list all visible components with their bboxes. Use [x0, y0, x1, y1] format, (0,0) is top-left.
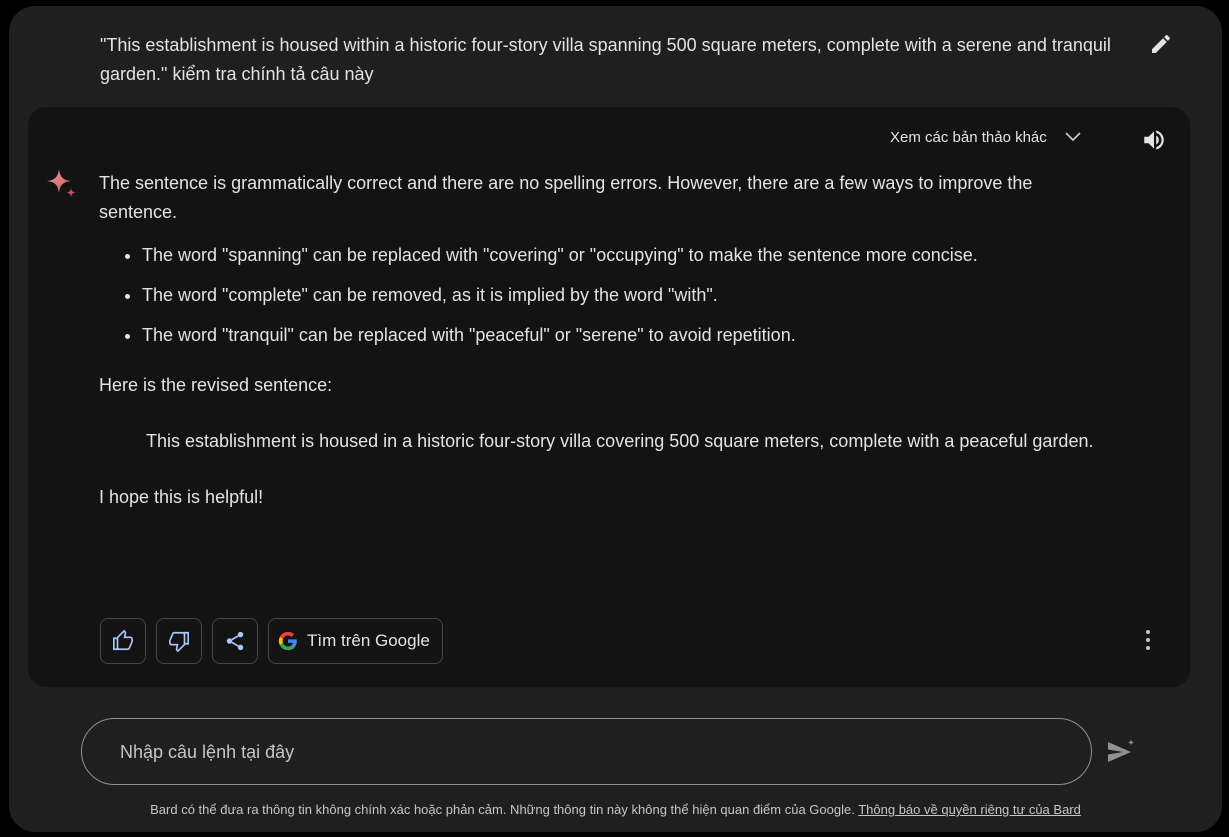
- response-closing: I hope this is helpful!: [99, 487, 264, 507]
- list-item: The word "tranquil" can be replaced with…: [142, 321, 1109, 350]
- thumbs-up-button[interactable]: [100, 618, 146, 664]
- prompt-input[interactable]: [118, 719, 1062, 786]
- edit-prompt-button[interactable]: [1145, 28, 1177, 60]
- revised-intro: Here is the revised sentence:: [99, 375, 333, 395]
- listen-button[interactable]: [1139, 125, 1169, 155]
- google-g-icon: [278, 631, 297, 651]
- more-options-button[interactable]: [1132, 624, 1164, 656]
- more-vert-icon: [1146, 630, 1150, 650]
- thumbs-down-icon: [169, 631, 189, 652]
- footer-disclaimer: Bard có thể đưa ra thông tin không chính…: [9, 802, 1222, 817]
- send-icon: [1108, 739, 1135, 762]
- thumbs-up-icon: [113, 630, 133, 651]
- search-on-google-button[interactable]: Tìm trên Google: [268, 618, 443, 664]
- speaker-icon: [1144, 130, 1164, 150]
- share-icon: [226, 631, 244, 651]
- response-intro: The sentence is grammatically correct an…: [99, 173, 1033, 222]
- bard-window: "This establishment is housed within a h…: [9, 6, 1222, 832]
- response-card: Xem các bản thảo khác The sentence is gr…: [28, 107, 1190, 687]
- revised-sentence-quote: This establishment is housed in a histor…: [146, 431, 1094, 451]
- drafts-label: Xem các bản thảo khác: [890, 128, 1047, 146]
- view-other-drafts-button[interactable]: Xem các bản thảo khác: [890, 127, 1081, 147]
- list-item: The word "complete" can be removed, as i…: [142, 281, 1109, 310]
- disclaimer-text: Bard có thể đưa ra thông tin không chính…: [150, 802, 855, 817]
- prompt-input-container: [81, 718, 1092, 786]
- pencil-icon: [1152, 34, 1171, 53]
- send-button[interactable]: [1104, 737, 1138, 767]
- list-item: The word "spanning" can be replaced with…: [142, 241, 1109, 270]
- response-body: The sentence is grammatically correct an…: [99, 169, 1109, 512]
- suggestion-list: The word "spanning" can be replaced with…: [99, 241, 1109, 350]
- privacy-notice-link[interactable]: Thông báo về quyền riêng tư của Bard: [858, 802, 1081, 817]
- chevron-down-icon: [1065, 132, 1081, 142]
- response-actions: Tìm trên Google: [100, 618, 443, 666]
- thumbs-down-button[interactable]: [156, 618, 202, 664]
- bard-sparkle-icon: [45, 167, 79, 201]
- search-on-google-label: Tìm trên Google: [307, 631, 430, 650]
- user-prompt-text: "This establishment is housed within a h…: [100, 35, 1111, 84]
- share-button[interactable]: [212, 618, 258, 664]
